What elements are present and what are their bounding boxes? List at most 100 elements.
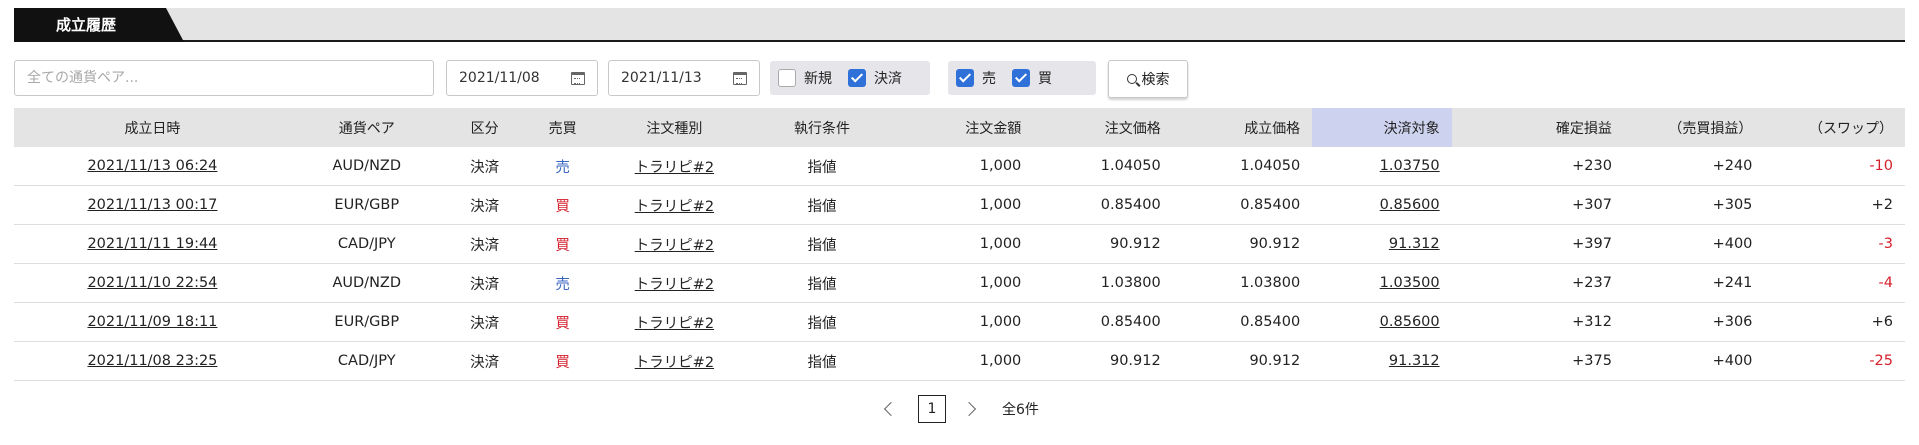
cell-condition-td: 指値	[750, 302, 894, 342]
column-header-fill-price[interactable]: 成立価格	[1172, 108, 1313, 147]
cell-datetime[interactable]: 2021/11/11 19:44	[87, 236, 217, 252]
page-number[interactable]: 1	[918, 395, 946, 423]
cell-order-price-td: 90.912	[1033, 341, 1173, 381]
cell-amount-td: 1,000	[893, 224, 1034, 264]
date-to-field[interactable]: 2021/11/13	[608, 60, 760, 96]
cell-order-type[interactable]: トラリピ#2	[635, 277, 714, 293]
checkbox-label: 売	[982, 71, 996, 87]
cell-datetime[interactable]: 2021/11/09 18:11	[87, 314, 217, 330]
order-type-filter-group: 新規 決済	[770, 61, 930, 95]
cell-pnl-td: +397	[1451, 224, 1624, 264]
column-header-swap[interactable]: （スワップ）	[1764, 108, 1905, 147]
cell-pnl: +307	[1572, 197, 1612, 213]
cell-trade-pnl: +306	[1712, 314, 1753, 330]
cell-pnl: +237	[1572, 275, 1612, 291]
cell-fill-price: 0.85400	[1240, 197, 1301, 213]
cell-order-type[interactable]: トラリピ#2	[635, 199, 714, 215]
cell-pair: EUR/GBP	[334, 197, 400, 213]
checkbox-box[interactable]	[848, 69, 866, 87]
cell-target[interactable]: 0.85600	[1380, 197, 1440, 213]
filter-bar: 2021/11/08 2021/11/13 新規 決済 売 買 検索	[14, 60, 1905, 98]
column-header-kind[interactable]: 区分	[442, 108, 527, 147]
tab-underline	[14, 40, 1905, 42]
currency-pair-input[interactable]	[14, 60, 434, 96]
chevron-left-icon[interactable]	[883, 401, 899, 417]
cell-order-type[interactable]: トラリピ#2	[635, 238, 714, 254]
cell-fill-price-td: 1.03800	[1172, 263, 1313, 303]
cell-pair-td: AUD/NZD	[290, 147, 443, 186]
cell-order-type[interactable]: トラリピ#2	[635, 316, 714, 332]
cell-condition-td: 指値	[750, 341, 894, 381]
column-header-amount[interactable]: 注文金額	[893, 108, 1034, 147]
cell-kind: 決済	[470, 276, 500, 293]
calendar-icon[interactable]	[733, 71, 747, 85]
table-row: 2021/11/10 22:54 AUD/NZD 決済 売 トラリピ#2 指値 1,000 1…	[14, 263, 1905, 303]
column-header-datetime[interactable]: 成立日時	[14, 108, 291, 147]
checkbox-new[interactable]: 新規	[778, 68, 832, 88]
cell-target-td: 91.312	[1312, 341, 1452, 381]
cell-target[interactable]: 91.312	[1389, 236, 1440, 252]
table-header-row: 成立日時 通貨ペア 区分 売買 注文種別 執行条件 注文金額 注文価格 成立価格…	[14, 108, 1905, 147]
checkbox-box[interactable]	[1012, 69, 1030, 87]
tab-strip	[14, 8, 1905, 40]
column-header-order-type[interactable]: 注文種別	[598, 108, 751, 147]
cell-side: 買	[555, 237, 570, 254]
chevron-right-icon[interactable]	[961, 401, 977, 417]
cell-side: 買	[555, 354, 570, 371]
checkbox-sell[interactable]: 売	[956, 68, 996, 88]
date-from-value: 2021/11/08	[459, 70, 540, 86]
cell-swap-td: -3	[1764, 224, 1905, 264]
column-header-target[interactable]: 決済対象	[1312, 108, 1452, 147]
calendar-icon[interactable]	[571, 71, 585, 85]
cell-target-td: 91.312	[1312, 224, 1452, 264]
column-header-order-price[interactable]: 注文価格	[1033, 108, 1173, 147]
cell-datetime-td: 2021/11/11 19:44	[14, 224, 291, 264]
column-header-pair[interactable]: 通貨ペア	[290, 108, 443, 147]
cell-order-type-td: トラリピ#2	[598, 185, 751, 225]
cell-kind-td: 決済	[442, 341, 527, 381]
cell-trade-pnl-td: +305	[1623, 185, 1765, 225]
cell-kind-td: 決済	[442, 185, 527, 225]
cell-swap: -10	[1869, 158, 1893, 174]
cell-datetime[interactable]: 2021/11/13 00:17	[87, 197, 217, 213]
cell-fill-price: 90.912	[1249, 353, 1301, 369]
cell-amount-td: 1,000	[893, 147, 1034, 186]
checkbox-box[interactable]	[956, 69, 974, 87]
checkbox-box[interactable]	[778, 69, 796, 87]
cell-amount-td: 1,000	[893, 302, 1034, 342]
search-button[interactable]: 検索	[1108, 60, 1188, 98]
cell-target[interactable]: 1.03750	[1380, 158, 1440, 174]
cell-amount: 1,000	[979, 236, 1022, 252]
cell-amount-td: 1,000	[893, 341, 1034, 381]
cell-datetime[interactable]: 2021/11/08 23:25	[87, 353, 217, 369]
checkbox-buy[interactable]: 買	[1012, 68, 1052, 88]
cell-target-td: 1.03750	[1312, 147, 1452, 186]
cell-swap-td: +2	[1764, 185, 1905, 225]
cell-datetime[interactable]: 2021/11/13 06:24	[87, 158, 217, 174]
cell-pair: AUD/NZD	[332, 158, 402, 174]
cell-swap: -3	[1878, 236, 1893, 252]
table-row: 2021/11/11 19:44 CAD/JPY 決済 買 トラリピ#2 指値 1,000 9…	[14, 224, 1905, 264]
checkbox-settlement[interactable]: 決済	[848, 68, 902, 88]
column-header-side[interactable]: 売買	[526, 108, 599, 147]
cell-amount: 1,000	[979, 353, 1022, 369]
cell-order-type[interactable]: トラリピ#2	[635, 355, 714, 371]
cell-fill-price-td: 90.912	[1172, 341, 1313, 381]
checkbox-label: 決済	[874, 71, 902, 87]
column-header-condition[interactable]: 執行条件	[750, 108, 894, 147]
cell-target[interactable]: 1.03500	[1380, 275, 1440, 291]
cell-target[interactable]: 0.85600	[1380, 314, 1440, 330]
cell-amount-td: 1,000	[893, 185, 1034, 225]
cell-order-type[interactable]: トラリピ#2	[635, 160, 714, 176]
column-header-pnl[interactable]: 確定損益	[1451, 108, 1624, 147]
tab-bar: 成立履歴	[14, 8, 1905, 42]
tab-execution-history[interactable]: 成立履歴	[14, 8, 184, 42]
cell-target[interactable]: 91.312	[1389, 353, 1440, 369]
date-to-value: 2021/11/13	[621, 70, 702, 86]
date-from-field[interactable]: 2021/11/08	[446, 60, 598, 96]
cell-order-type-td: トラリピ#2	[598, 302, 751, 342]
cell-trade-pnl: +400	[1712, 353, 1753, 369]
column-header-trade-pnl[interactable]: （売買損益）	[1623, 108, 1765, 147]
cell-pair-td: EUR/GBP	[290, 185, 443, 225]
cell-datetime[interactable]: 2021/11/10 22:54	[87, 275, 217, 291]
